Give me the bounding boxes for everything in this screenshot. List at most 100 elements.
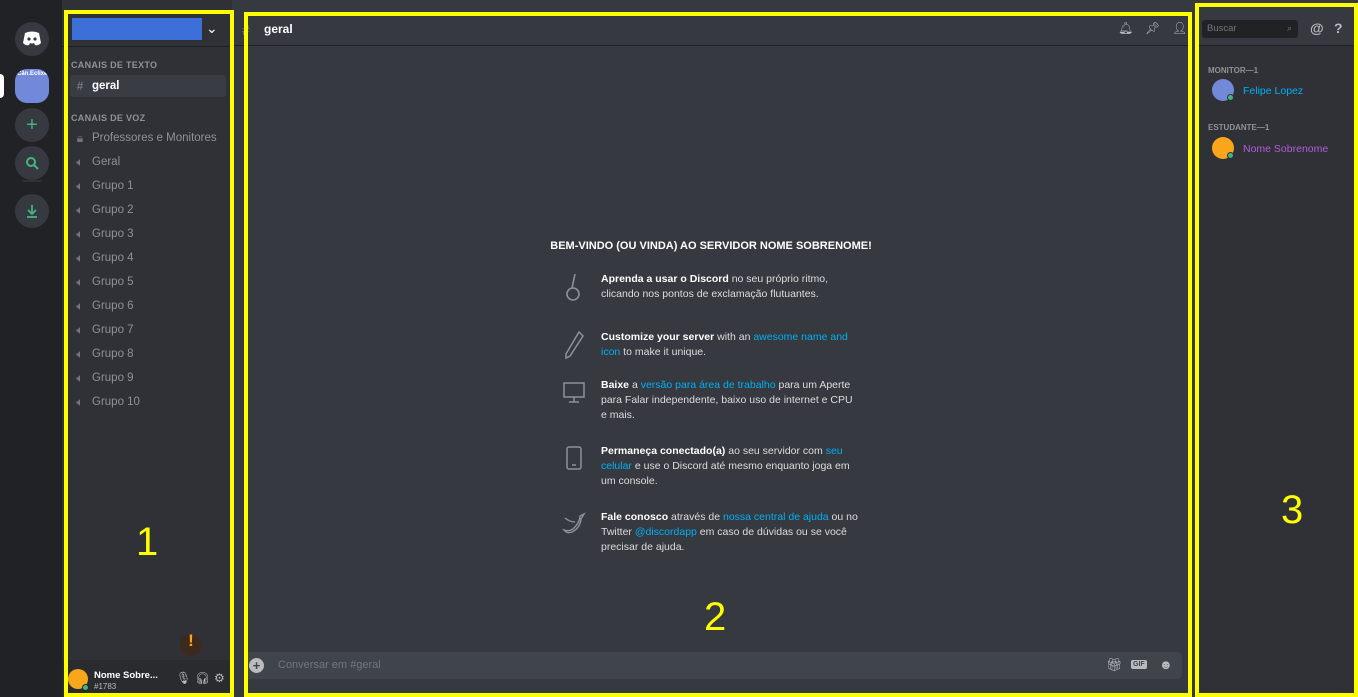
member-list: Buscar ⌕ @ ? MONITOR—1 Felipe Lopez ESTU…	[1196, 0, 1358, 697]
tip-body: a	[629, 379, 641, 391]
discord-window: Cân.Eclixel.D + ⌄ CANAIS DE TEXTO # gera…	[0, 0, 1358, 697]
tip-bold: Aprenda a usar o Discord	[601, 273, 729, 285]
tip-bold: Fale conosco	[601, 511, 669, 523]
voice-channels-category[interactable]: CANAIS DE VOZ	[71, 113, 145, 123]
phone-icon	[562, 444, 586, 474]
search-icon: ⌕	[1286, 23, 1292, 33]
bell-icon[interactable]: 🔔︎	[1118, 21, 1133, 35]
message-composer[interactable]: + Conversar em #geral 🎁︎ GIF ☻	[244, 652, 1182, 679]
mentions-icon[interactable]: @	[1310, 20, 1324, 36]
channel-label: Grupo 10	[92, 396, 140, 408]
channel-title: geral	[264, 22, 293, 36]
discord-logo-icon	[23, 31, 41, 46]
add-server-button[interactable]: +	[15, 108, 49, 142]
tip-bold: Permaneça conectado(a)	[601, 445, 726, 457]
server-icon[interactable]: Cân.Eclixel.D	[15, 69, 49, 103]
member-nome-sobrenome[interactable]: Nome Sobrenome	[1212, 137, 1358, 161]
floating-exclamation-icon[interactable]: !	[180, 632, 202, 656]
tip-text: Customize your server with an awesome na…	[601, 330, 861, 360]
channel-label: Grupo 5	[92, 276, 134, 288]
speaker-icon: 🔈︎	[76, 346, 84, 361]
search-input[interactable]: Buscar ⌕	[1202, 20, 1298, 38]
member-felipe-lopez[interactable]: Felipe Lopez	[1212, 79, 1358, 103]
gift-icon[interactable]: 🎁︎	[1106, 657, 1123, 673]
tip-bold: Customize your server	[601, 331, 715, 343]
lock-icon: 🔒︎	[76, 130, 84, 145]
mute-microphone-icon[interactable]: 🎙︎	[176, 671, 191, 685]
channel-header: # geral 🔔︎ 📌︎ 👤︎	[232, 0, 1190, 46]
voice-channel-grupo-2[interactable]: 🔈︎ Grupo 2	[70, 199, 226, 221]
user-discriminator: #1783	[94, 682, 117, 691]
tip-body: ao seu servidor com	[725, 445, 826, 457]
channel-professores-e-monitores[interactable]: 🔒︎ Professores e Monitores	[70, 127, 226, 149]
tip-body: with an	[714, 331, 754, 343]
voice-channel-grupo-5[interactable]: 🔈︎ Grupo 5	[70, 271, 226, 293]
twitter-handle-link[interactable]: @discordapp	[635, 526, 697, 538]
pencil-icon	[562, 330, 586, 360]
online-status-icon	[1227, 152, 1234, 159]
server-header[interactable]: ⌄	[62, 0, 232, 46]
tip-body: através de	[668, 511, 723, 523]
text-channels-category[interactable]: CANAIS DE TEXTO	[71, 60, 157, 70]
hashtag-icon: #	[76, 79, 84, 93]
emoji-icon[interactable]: ☻	[1159, 657, 1173, 672]
server-rail: Cân.Eclixel.D +	[0, 0, 62, 697]
tip-text: Baixe a versão para área de trabalho par…	[601, 378, 861, 423]
voice-channel-grupo-10[interactable]: 🔈︎ Grupo 10	[70, 391, 226, 413]
speaker-icon: 🔈︎	[76, 226, 84, 241]
voice-channel-grupo-9[interactable]: 🔈︎ Grupo 9	[70, 367, 226, 389]
rail-divider	[22, 180, 42, 182]
voice-channel-grupo-7[interactable]: 🔈︎ Grupo 7	[70, 319, 226, 341]
voice-channel-grupo-1[interactable]: 🔈︎ Grupo 1	[70, 175, 226, 197]
upload-plus-icon[interactable]: +	[249, 658, 264, 673]
channel-label: Grupo 4	[92, 252, 134, 264]
voice-channel-grupo-4[interactable]: 🔈︎ Grupo 4	[70, 247, 226, 269]
member-name: Felipe Lopez	[1243, 85, 1304, 97]
explore-servers-button[interactable]	[15, 146, 49, 180]
channel-sidebar: ⌄ CANAIS DE TEXTO # geral CANAIS DE VOZ …	[62, 0, 232, 697]
channel-label: Grupo 9	[92, 372, 134, 384]
pin-icon[interactable]: 📌︎	[1145, 21, 1160, 35]
online-status-icon	[1227, 94, 1234, 101]
discord-home-button[interactable]	[15, 22, 49, 56]
help-icon[interactable]: ?	[1334, 20, 1343, 36]
voice-channel-grupo-8[interactable]: 🔈︎ Grupo 8	[70, 343, 226, 365]
speaker-icon: 🔈︎	[76, 370, 84, 385]
voice-channel-grupo-6[interactable]: 🔈︎ Grupo 6	[70, 295, 226, 317]
members-header: Buscar ⌕ @ ?	[1196, 0, 1358, 46]
channel-label: Grupo 6	[92, 300, 134, 312]
deafen-headphones-icon[interactable]: 🎧︎	[195, 671, 210, 685]
search-placeholder: Buscar	[1207, 23, 1237, 34]
annotation-label-2: 2	[704, 595, 727, 639]
role-header-monitor: MONITOR—1	[1208, 66, 1259, 75]
help-center-link[interactable]: nossa central de ajuda	[723, 511, 829, 523]
chat-area: # geral 🔔︎ 📌︎ 👤︎ BEM-VINDO (OU VINDA) AO…	[232, 0, 1190, 697]
role-header-estudante: ESTUDANTE—1	[1208, 123, 1270, 132]
member-list-icon[interactable]: 👤︎	[1172, 21, 1187, 35]
gear-icon[interactable]: ⚙	[214, 671, 225, 685]
speaker-icon: 🔈︎	[76, 202, 84, 217]
search-icon	[26, 157, 39, 170]
tip-bold: Baixe	[601, 379, 630, 391]
speaker-icon: 🔈︎	[76, 298, 84, 313]
channel-geral[interactable]: # geral	[70, 75, 226, 97]
speaker-icon: 🔈︎	[76, 394, 84, 409]
desktop-version-link[interactable]: versão para área de trabalho	[641, 379, 776, 391]
channel-label: Grupo 3	[92, 228, 134, 240]
tip-body: to make it unique.	[620, 346, 707, 358]
download-apps-button[interactable]	[15, 194, 49, 228]
channel-label: Professores e Monitores	[92, 132, 217, 144]
channel-label: Grupo 1	[92, 180, 134, 192]
voice-channel-grupo-3[interactable]: 🔈︎ Grupo 3	[70, 223, 226, 245]
chevron-down-icon[interactable]: ⌄	[206, 20, 218, 37]
tip-text: Permaneça conectado(a) ao seu servidor c…	[601, 444, 861, 489]
welcome-title: BEM-VINDO (OU VINDA) AO SERVIDOR NOME SO…	[550, 240, 872, 252]
channel-label: Geral	[92, 156, 121, 168]
server-name-redacted	[72, 18, 202, 40]
voice-channel-geral[interactable]: 🔈︎ Geral	[70, 151, 226, 173]
exclamation-icon	[562, 272, 586, 302]
username: Nome Sobre...	[94, 670, 158, 681]
message-input-placeholder[interactable]: Conversar em #geral	[278, 659, 381, 671]
gif-button[interactable]: GIF	[1131, 660, 1147, 669]
annotation-label-1: 1	[136, 520, 159, 564]
